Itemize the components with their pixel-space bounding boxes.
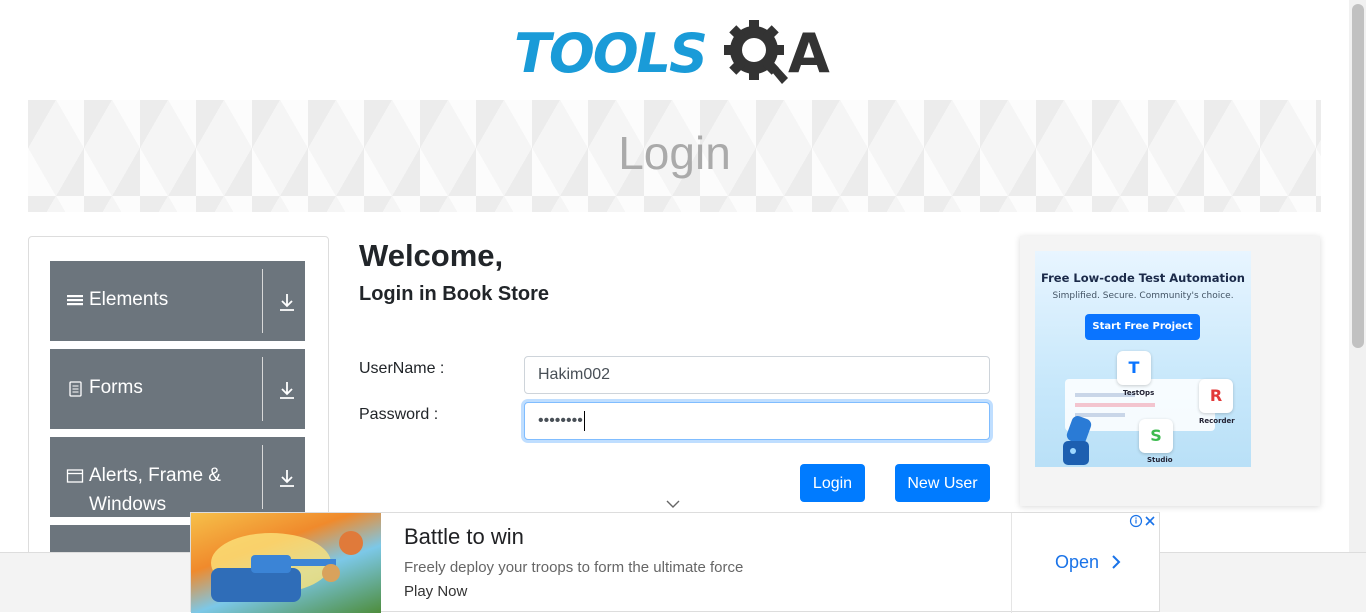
divider bbox=[262, 269, 263, 333]
game-illustration bbox=[211, 531, 363, 602]
game-ad-image[interactable] bbox=[191, 513, 381, 613]
bottom-advertisement[interactable]: Battle to win Freely deploy your troops … bbox=[190, 512, 1160, 613]
login-subtitle: Login in Book Store bbox=[359, 283, 549, 305]
ad-open-button[interactable]: Open bbox=[1055, 552, 1122, 573]
ad-product-label: TestOps bbox=[1123, 389, 1155, 397]
password-value: •••••••• bbox=[538, 412, 583, 429]
side-advertisement[interactable]: Free Low-code Test Automation Simplified… bbox=[1020, 236, 1320, 506]
sidebar-group-forms[interactable]: Forms bbox=[50, 349, 305, 429]
document-icon bbox=[69, 381, 82, 397]
logo-letter: A bbox=[788, 22, 830, 85]
sidebar-group-label: Forms bbox=[89, 377, 143, 398]
ad-product-label: Recorder bbox=[1199, 417, 1235, 425]
testops-icon: T bbox=[1117, 351, 1151, 385]
page-banner: Login bbox=[28, 100, 1321, 212]
sidebar-group-elements[interactable]: Elements bbox=[50, 261, 305, 341]
username-label: UserName : bbox=[359, 360, 445, 377]
ad-title: Free Low-code Test Automation bbox=[1041, 271, 1245, 285]
recorder-icon: R bbox=[1199, 379, 1233, 413]
sidebar-group-label: Alerts, Frame & Windows bbox=[89, 465, 221, 515]
ad-headline: Battle to win bbox=[404, 524, 524, 549]
download-arrow-icon[interactable] bbox=[276, 291, 298, 313]
scrollbar-thumb[interactable] bbox=[1352, 4, 1364, 348]
hamburger-icon bbox=[67, 295, 83, 306]
login-button[interactable]: Login bbox=[800, 464, 865, 502]
logo-text: TOOLS bbox=[514, 22, 708, 85]
ad-cta-button[interactable]: Start Free Project bbox=[1085, 314, 1200, 340]
ad-product-label: Studio bbox=[1147, 456, 1173, 464]
text-caret bbox=[583, 410, 585, 431]
ad-subtitle: Simplified. Secure. Community's choice. bbox=[1052, 291, 1234, 301]
gear-q-icon bbox=[724, 20, 788, 84]
new-user-button[interactable]: New User bbox=[895, 464, 990, 502]
password-input[interactable]: •••••••• bbox=[524, 402, 990, 440]
ad-open-label: Open bbox=[1055, 552, 1100, 572]
ad-creative[interactable]: Free Low-code Test Automation Simplified… bbox=[1035, 251, 1251, 467]
download-arrow-icon[interactable] bbox=[276, 467, 298, 489]
robot-arm-illustration bbox=[1063, 416, 1092, 465]
chevron-down-icon[interactable] bbox=[665, 498, 681, 510]
toolsqa-logo[interactable]: TOOLS A bbox=[514, 16, 838, 90]
username-value: Hakim002 bbox=[538, 366, 611, 383]
chevron-right-icon bbox=[1112, 555, 1121, 569]
divider bbox=[262, 357, 263, 421]
download-arrow-icon[interactable] bbox=[276, 379, 298, 401]
studio-icon: S bbox=[1139, 419, 1173, 453]
username-input[interactable]: Hakim002 bbox=[524, 356, 990, 394]
page-scrollbar[interactable] bbox=[1349, 0, 1366, 552]
window-icon bbox=[66, 469, 84, 483]
ad-choices-icon[interactable] bbox=[1129, 514, 1157, 528]
divider bbox=[262, 445, 263, 509]
sidebar-group-label: Elements bbox=[89, 289, 169, 310]
ad-play-link[interactable]: Play Now bbox=[404, 583, 467, 600]
page-title: Login bbox=[618, 127, 731, 179]
welcome-heading: Welcome, bbox=[359, 238, 504, 273]
ad-description: Freely deploy your troops to form the ul… bbox=[404, 559, 744, 576]
divider bbox=[1011, 513, 1012, 613]
sidebar-group-alerts[interactable]: Alerts, Frame & Windows bbox=[50, 437, 305, 517]
password-label: Password : bbox=[359, 406, 439, 423]
